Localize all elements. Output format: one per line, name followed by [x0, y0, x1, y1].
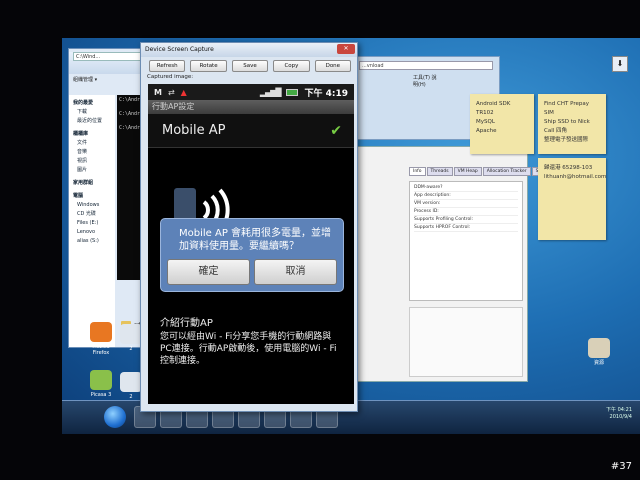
mobile-ap-label: Mobile AP: [162, 123, 226, 138]
close-button[interactable]: ✕: [337, 44, 355, 54]
note-line: Android SDK: [476, 101, 511, 107]
cancel-button[interactable]: 取消: [254, 259, 337, 285]
clock-date: 2010/9/4: [609, 414, 632, 420]
nav-item[interactable]: 文件: [73, 139, 115, 148]
desktop-icon-label: Picasa 3: [90, 392, 112, 398]
nav-item[interactable]: CD 光碟: [73, 210, 115, 219]
explorer-nav-pane: 我的最愛 下載 最近的位置櫃櫃庫 文件 音樂 視訊 圖片家用群組電腦 Windows CD 光碟…: [69, 95, 115, 347]
refresh-button[interactable]: Refresh: [149, 60, 186, 72]
note-line: 整理電子發送國際: [544, 137, 589, 143]
ddms-tab[interactable]: Threads: [426, 167, 453, 176]
app-icon: [120, 372, 142, 392]
ddms-lower-panel: [409, 307, 523, 377]
capture-toolbar: Refresh Rotate Save Copy Done: [141, 57, 357, 72]
ddms-info-row: VM version:: [414, 200, 518, 208]
clock-time: 下午 04:21: [606, 407, 632, 413]
note-line: Ship SSD to Nick: [544, 119, 590, 125]
desktop-icon[interactable]: Picasa 3: [84, 370, 118, 398]
ddms-info-panel: DDM-aware? App description: VM version: Pro…: [409, 181, 523, 301]
save-button[interactable]: Save: [231, 60, 269, 72]
note-line: 歸還港 65298-103: [544, 165, 593, 171]
note-line: MySQL: [476, 119, 495, 125]
system-clock[interactable]: 下午 04:21 2010/9/4: [606, 407, 632, 421]
nav-item[interactable]: 圖片: [73, 166, 115, 175]
note-line: lithuanh@hotmail.com: [544, 174, 607, 180]
usb-icon: ⇄: [167, 87, 175, 97]
phone-screen-capture: M ⇄ ▲ ▂▄▆█ 下午 4:19 行動AP設定 Mobile AP ✔ Mo…: [148, 84, 354, 404]
signal-icon: ▂▄▆█: [259, 87, 282, 97]
nav-item[interactable]: alias (S:): [73, 237, 115, 246]
sticky-note-3[interactable]: 歸還港 65298-103 lithuanh@hotmail.com: [538, 158, 606, 240]
nav-group-title[interactable]: 我的最愛: [73, 99, 115, 108]
ddms-tab[interactable]: Allocation Tracker: [482, 167, 531, 176]
app-title: 行動AP設定: [148, 100, 354, 114]
photo-number-tag: #37: [610, 461, 632, 472]
ddms-window[interactable]: InfoThreadsVM HeapAllocation TrackerSysi…: [352, 146, 556, 382]
note-line: Call 四角: [544, 128, 568, 134]
nav-item[interactable]: Files (E:): [73, 219, 115, 228]
nav-group-title[interactable]: 電腦: [73, 192, 115, 201]
nav-item[interactable]: 下載: [73, 108, 115, 117]
intro-heading: 介紹行動AP: [160, 318, 213, 329]
ddms-tab[interactable]: Info: [409, 167, 426, 176]
ddms-tab[interactable]: VM Heap: [453, 167, 482, 176]
confirm-dialog: Mobile AP 會耗用很多電量，並增加資料使用量。要繼續嗎？ 確定 取消: [160, 218, 344, 292]
ddms-info-row: Supports HPROF Control:: [414, 224, 518, 232]
intro-body: 您可以經由Wi - Fi分享您手機的行動網路與PC連接。行動AP啟動後，使用電腦…: [160, 332, 337, 366]
intro-section: 介紹行動AP 您可以經由Wi - Fi分享您手機的行動網路與PC連接。行動AP啟…: [148, 310, 354, 404]
background-address-bar[interactable]: ...vnload: [359, 61, 493, 70]
mobile-ap-setting-row[interactable]: Mobile AP ✔: [148, 114, 354, 148]
app-icon: [90, 322, 112, 342]
nav-item[interactable]: 最近的位置: [73, 117, 115, 126]
window-title-bar: Device Screen Capture ✕: [141, 43, 357, 57]
gmail-icon: M: [154, 87, 162, 97]
nav-item[interactable]: 音樂: [73, 148, 115, 157]
check-icon[interactable]: ✔: [330, 114, 342, 148]
app-icon: [120, 324, 142, 344]
ddms-info-row: Process ID:: [414, 208, 518, 216]
done-button[interactable]: Done: [314, 60, 352, 72]
note-line: Apache: [476, 128, 497, 134]
dialog-message: Mobile AP 會耗用很多電量，並增加資料使用量。要繼續嗎？: [179, 228, 332, 252]
desktop-icon[interactable]: Mozilla Firefox: [84, 322, 118, 356]
rotate-button[interactable]: Rotate: [190, 60, 227, 72]
desktop-icon[interactable]: 資源: [582, 338, 616, 366]
app-icon: [90, 370, 112, 390]
download-arrow-icon[interactable]: ⬇: [612, 56, 628, 72]
sticky-note-1[interactable]: Android SDK TR102 MySQL Apache: [470, 94, 534, 154]
dialog-actions: 確定 取消: [167, 259, 337, 285]
ddms-info-row: Supports Profiling Control:: [414, 216, 518, 224]
warning-icon: ▲: [180, 87, 187, 97]
copy-button[interactable]: Copy: [273, 60, 310, 72]
phone-clock: 下午 4:19: [304, 88, 348, 99]
start-button[interactable]: [104, 406, 126, 428]
app-icon: [588, 338, 610, 358]
desktop-icon-label: Mozilla Firefox: [92, 344, 110, 356]
desktop-icon-label: 2: [129, 346, 133, 352]
nav-group-title[interactable]: 櫃櫃庫: [73, 130, 115, 139]
ddms-info-row: DDM-aware?: [414, 184, 518, 192]
ok-button[interactable]: 確定: [167, 259, 250, 285]
phone-status-bar: M ⇄ ▲ ▂▄▆█ 下午 4:19: [148, 84, 354, 100]
battery-icon: [286, 88, 299, 96]
sticky-note-2[interactable]: Find CHT Prepay SIM Ship SSD to Nick Call …: [538, 94, 606, 154]
background-menu-bar[interactable]: 工具(T) 說明(H): [353, 74, 499, 88]
nav-item[interactable]: Lenovo: [73, 228, 115, 237]
ddms-info-row: App description:: [414, 192, 518, 200]
window-title: Device Screen Capture: [145, 46, 214, 53]
nav-item[interactable]: 視訊: [73, 157, 115, 166]
nav-group-title[interactable]: 家用群組: [73, 179, 115, 188]
note-line: TR102: [476, 110, 494, 116]
note-line: Find CHT Prepay SIM: [544, 101, 589, 116]
desktop-icon-label: 資源: [593, 360, 604, 366]
captured-image-label: Captured image:: [147, 74, 194, 80]
nav-item[interactable]: Windows: [73, 201, 115, 210]
